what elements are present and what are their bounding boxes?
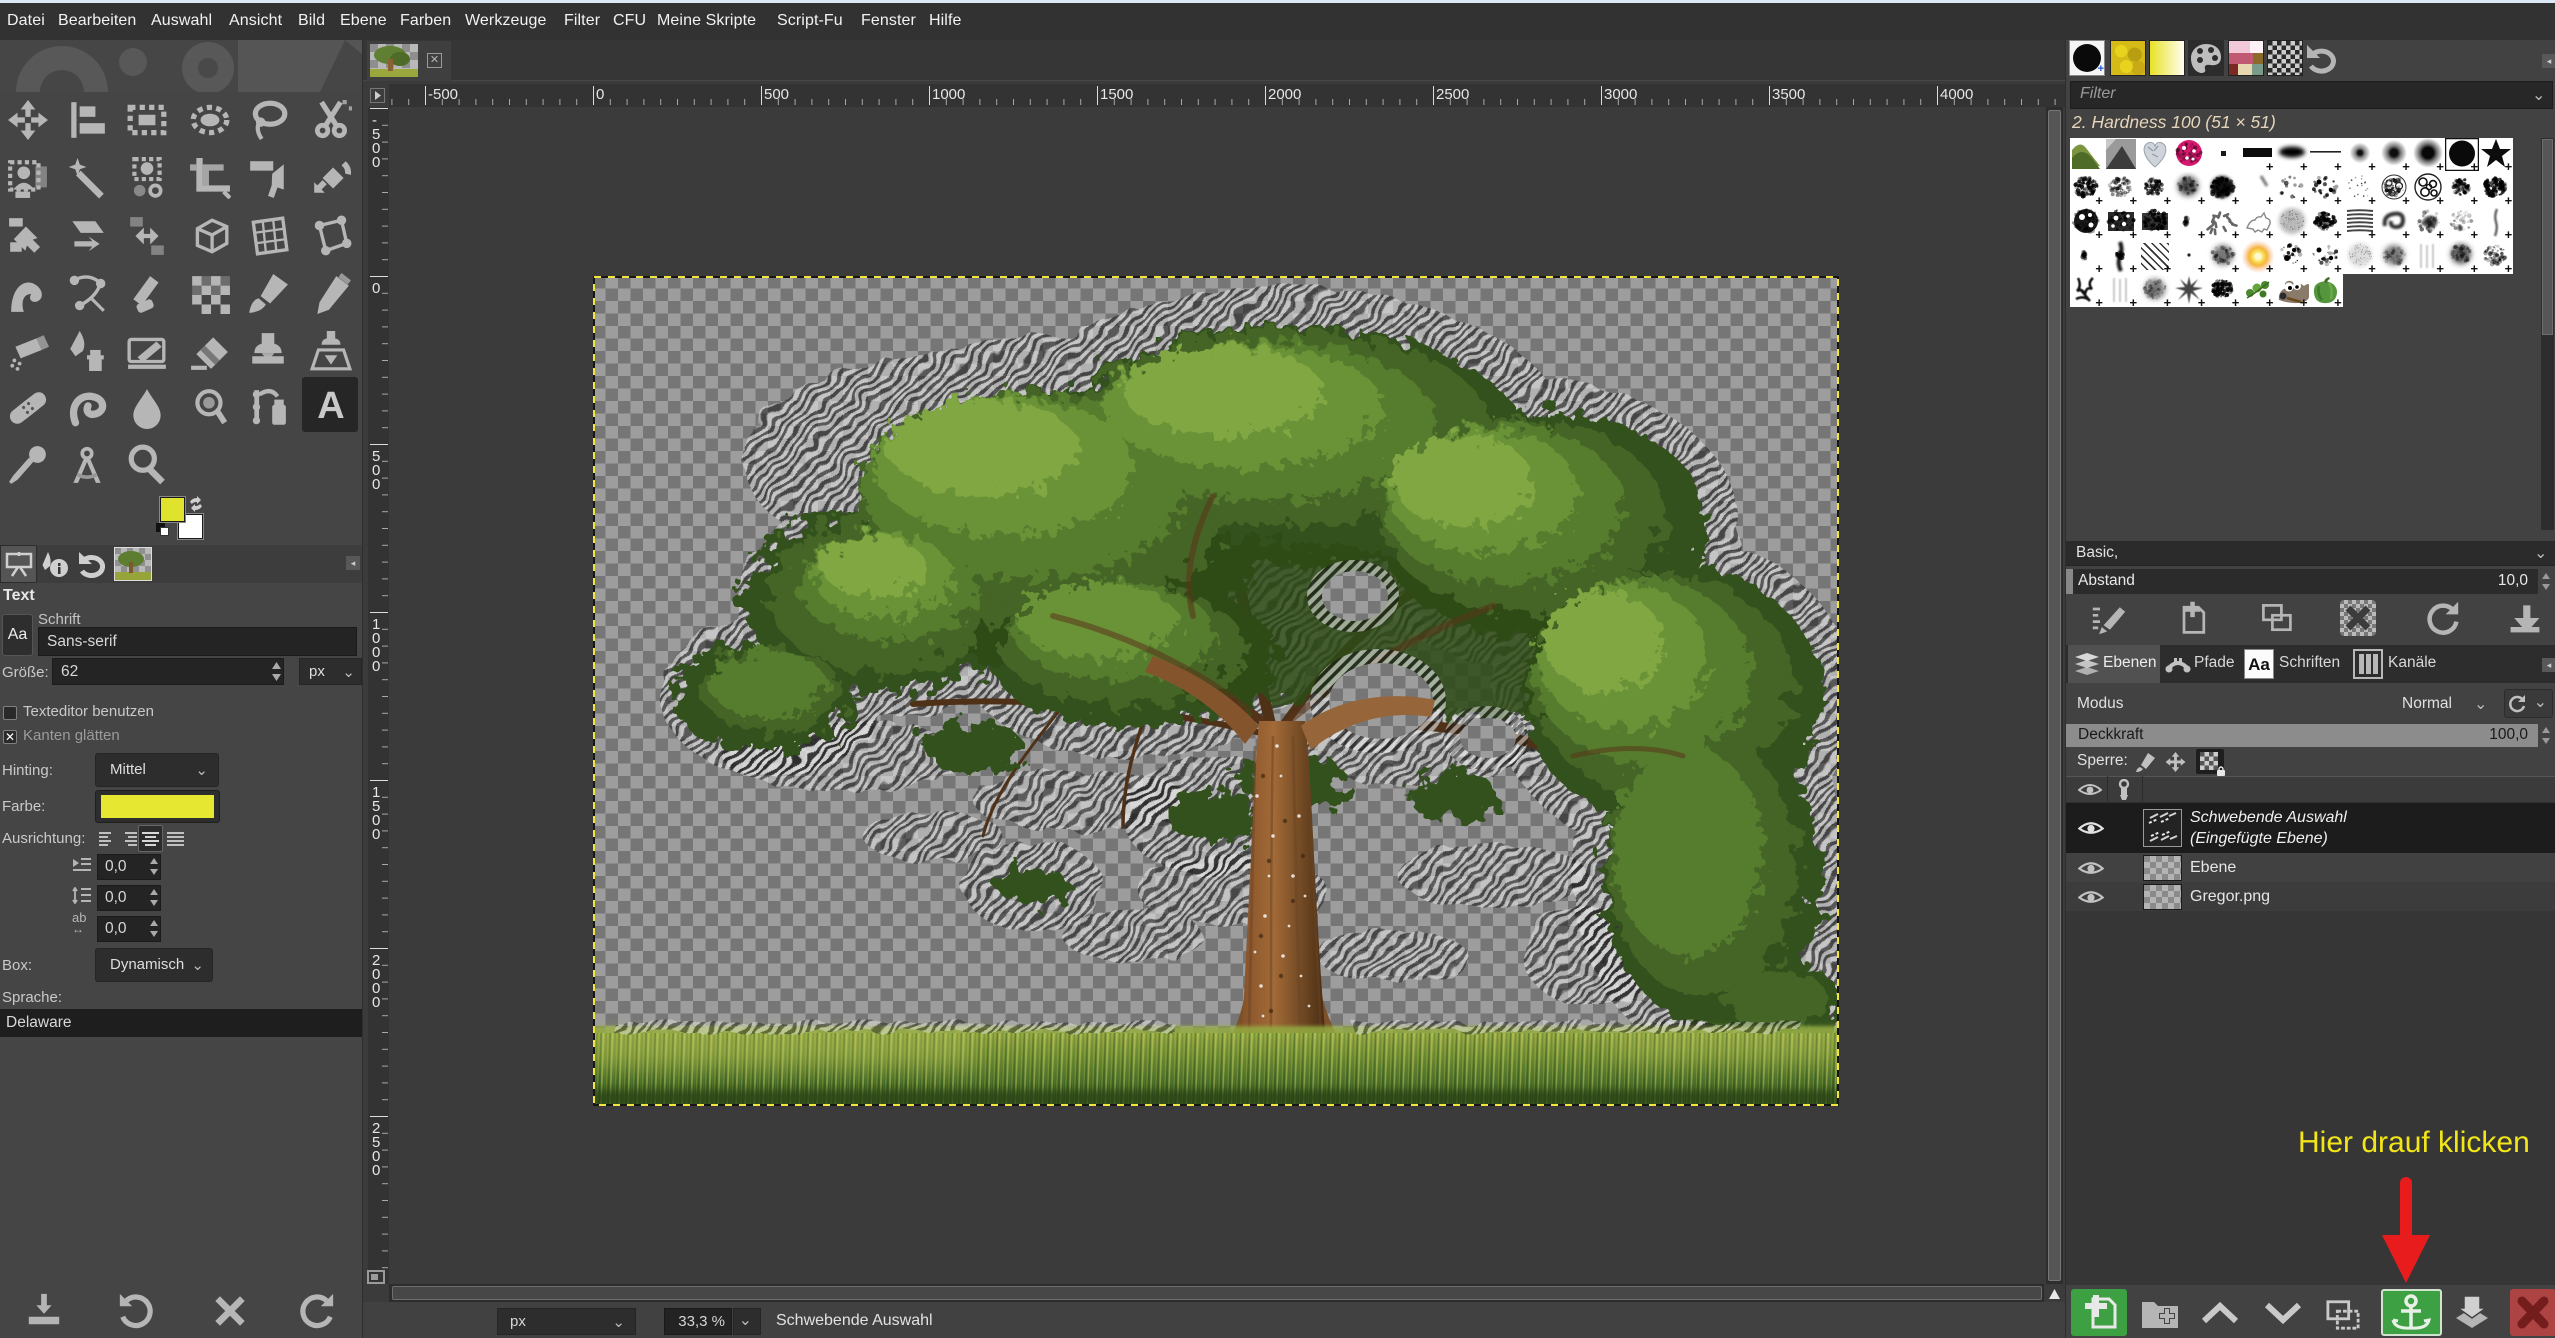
svg-text:0: 0 — [372, 154, 380, 171]
svg-text:3500: 3500 — [1772, 86, 1805, 103]
svg-text:0: 0 — [372, 994, 380, 1011]
svg-text:500: 500 — [764, 86, 789, 103]
svg-text:0: 0 — [596, 86, 604, 103]
svg-text:2500: 2500 — [1436, 86, 1469, 103]
svg-text:0: 0 — [372, 1162, 380, 1179]
svg-text:0: 0 — [372, 280, 380, 297]
svg-text:2000: 2000 — [1268, 86, 1301, 103]
svg-text:3000: 3000 — [1604, 86, 1637, 103]
svg-text:1000: 1000 — [932, 86, 965, 103]
svg-text:0: 0 — [372, 658, 380, 675]
svg-text:4000: 4000 — [1940, 86, 1973, 103]
svg-text:0: 0 — [372, 476, 380, 493]
svg-text:0: 0 — [372, 826, 380, 843]
svg-text:1500: 1500 — [1100, 86, 1133, 103]
svg-text:-500: -500 — [428, 86, 458, 103]
